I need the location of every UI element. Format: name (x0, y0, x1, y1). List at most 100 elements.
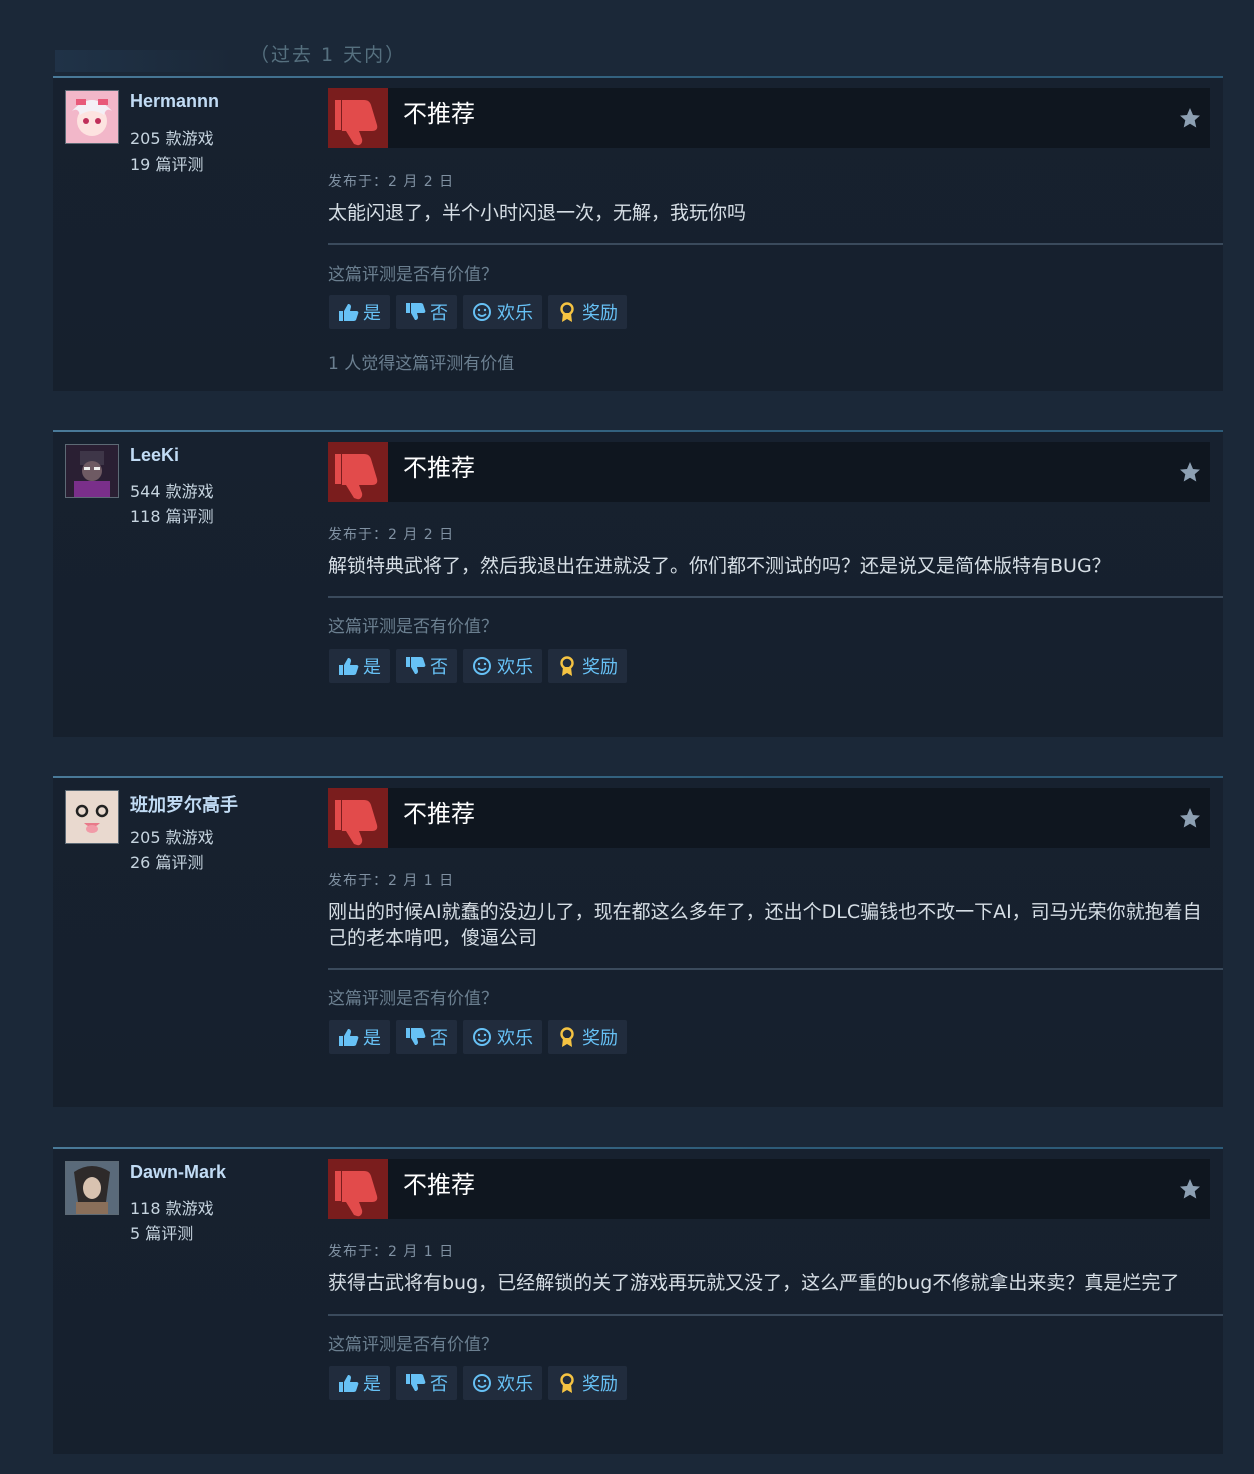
vote-no-button[interactable]: 否 (396, 1366, 457, 1400)
helpful-question: 这篇评测是否有价值？ (328, 617, 498, 637)
thumbs-up-icon (337, 655, 359, 677)
vote-yes-button[interactable]: 是 (329, 1366, 390, 1400)
vote-funny-button[interactable]: 欢乐 (463, 295, 542, 329)
star-icon[interactable] (1178, 806, 1202, 830)
posted-date: 发布于：2 月 1 日 (328, 873, 455, 889)
vote-no-button[interactable]: 否 (396, 1020, 457, 1054)
vote-no-label: 否 (430, 1028, 448, 1049)
review-card: Dawn-Mark 118 款游戏 5 篇评测 不推荐 发布于：2 月 1 日 … (53, 1147, 1223, 1454)
award-ribbon-icon (556, 1026, 578, 1048)
review-card: LeeKi 544 款游戏 118 篇评测 不推荐 发布于：2 月 2 日 解锁… (53, 430, 1223, 737)
vote-no-button[interactable]: 否 (396, 295, 457, 329)
vote-yes-button[interactable]: 是 (329, 1020, 390, 1054)
vote-row: 是 否 欢乐 奖励 (329, 295, 627, 329)
games-owned[interactable]: 205 款游戏 (130, 824, 214, 848)
vote-row: 是 否 欢乐 奖励 (329, 1020, 627, 1054)
thumbs-down-icon (328, 88, 388, 148)
games-owned[interactable]: 544 款游戏 (130, 478, 214, 502)
smiley-icon (471, 301, 493, 323)
vote-funny-button[interactable]: 欢乐 (463, 649, 542, 683)
review-count[interactable]: 19 篇评测 (130, 151, 203, 175)
vote-no-button[interactable]: 否 (396, 649, 457, 683)
divider (328, 968, 1223, 970)
avatar[interactable] (65, 90, 119, 144)
posted-date: 发布于：2 月 1 日 (328, 1244, 455, 1260)
award-ribbon-icon (556, 301, 578, 323)
review-count[interactable]: 26 篇评测 (130, 849, 203, 873)
divider (328, 596, 1223, 598)
username[interactable]: Dawn-Mark (130, 1162, 226, 1183)
avatar[interactable] (65, 1161, 119, 1215)
period-label: （过去 1 天内） (250, 44, 407, 66)
thumbs-down-icon (404, 1026, 426, 1048)
thumbs-up-icon (337, 1026, 359, 1048)
posted-date: 发布于：2 月 2 日 (328, 527, 455, 543)
thumbs-down-icon (404, 1372, 426, 1394)
star-icon[interactable] (1178, 1177, 1202, 1201)
vote-yes-label: 是 (363, 303, 381, 324)
helpful-question: 这篇评测是否有价值？ (328, 989, 498, 1009)
helpful-question: 这篇评测是否有价值？ (328, 265, 498, 285)
award-label: 奖励 (582, 303, 618, 324)
verdict-bar[interactable]: 不推荐 (328, 88, 1210, 148)
verdict-bar[interactable]: 不推荐 (328, 788, 1210, 848)
star-icon[interactable] (1178, 106, 1202, 130)
vote-yes-label: 是 (363, 1374, 381, 1395)
vote-yes-label: 是 (363, 657, 381, 678)
verdict-bar[interactable]: 不推荐 (328, 1159, 1210, 1219)
review-card: Hermannn 205 款游戏 19 篇评测 不推荐 发布于：2 月 2 日 … (53, 76, 1223, 391)
games-owned[interactable]: 205 款游戏 (130, 125, 214, 149)
smiley-icon (471, 655, 493, 677)
smiley-icon (471, 1372, 493, 1394)
verdict-label: 不推荐 (403, 100, 475, 128)
helpful-count: 1 人觉得这篇评测有价值 (328, 354, 515, 374)
posted-date: 发布于：2 月 2 日 (328, 174, 455, 190)
review-content: 太能闪退了，半个小时闪退一次，无解，我玩你吗 (328, 202, 747, 224)
vote-funny-label: 欢乐 (497, 1374, 533, 1395)
username[interactable]: 班加罗尔高手 (130, 791, 238, 817)
verdict-label: 不推荐 (403, 800, 475, 828)
review-count[interactable]: 5 篇评测 (130, 1220, 193, 1244)
smiley-icon (471, 1026, 493, 1048)
award-button[interactable]: 奖励 (548, 649, 627, 683)
award-button[interactable]: 奖励 (548, 295, 627, 329)
vote-no-label: 否 (430, 1374, 448, 1395)
review-content: 解锁特典武将了，然后我退出在进就没了。你们都不测试的吗？还是说又是简体版特有BU… (328, 555, 1111, 577)
vote-funny-button[interactable]: 欢乐 (463, 1366, 542, 1400)
verdict-bar[interactable]: 不推荐 (328, 442, 1210, 502)
award-button[interactable]: 奖励 (548, 1366, 627, 1400)
avatar[interactable] (65, 444, 119, 498)
header-fade (55, 50, 235, 72)
vote-yes-button[interactable]: 是 (329, 649, 390, 683)
thumbs-down-icon (328, 788, 388, 848)
award-label: 奖励 (582, 1374, 618, 1395)
vote-no-label: 否 (430, 303, 448, 324)
vote-yes-button[interactable]: 是 (329, 295, 390, 329)
thumbs-down-icon (404, 655, 426, 677)
avatar[interactable] (65, 790, 119, 844)
award-ribbon-icon (556, 655, 578, 677)
username[interactable]: Hermannn (130, 91, 219, 112)
vote-funny-button[interactable]: 欢乐 (463, 1020, 542, 1054)
username[interactable]: LeeKi (130, 445, 179, 466)
vote-funny-label: 欢乐 (497, 303, 533, 324)
vote-funny-label: 欢乐 (497, 1028, 533, 1049)
star-icon[interactable] (1178, 460, 1202, 484)
games-owned[interactable]: 118 款游戏 (130, 1195, 214, 1219)
helpful-question: 这篇评测是否有价值？ (328, 1335, 498, 1355)
verdict-label: 不推荐 (403, 1171, 475, 1199)
divider (328, 1314, 1223, 1316)
vote-yes-label: 是 (363, 1028, 381, 1049)
vote-row: 是 否 欢乐 奖励 (329, 649, 627, 683)
divider (328, 243, 1223, 245)
vote-no-label: 否 (430, 657, 448, 678)
thumbs-down-icon (328, 1159, 388, 1219)
thumbs-up-icon (337, 301, 359, 323)
thumbs-up-icon (337, 1372, 359, 1394)
vote-funny-label: 欢乐 (497, 657, 533, 678)
award-button[interactable]: 奖励 (548, 1020, 627, 1054)
review-count[interactable]: 118 篇评测 (130, 503, 214, 527)
award-ribbon-icon (556, 1372, 578, 1394)
award-label: 奖励 (582, 1028, 618, 1049)
thumbs-down-icon (404, 301, 426, 323)
